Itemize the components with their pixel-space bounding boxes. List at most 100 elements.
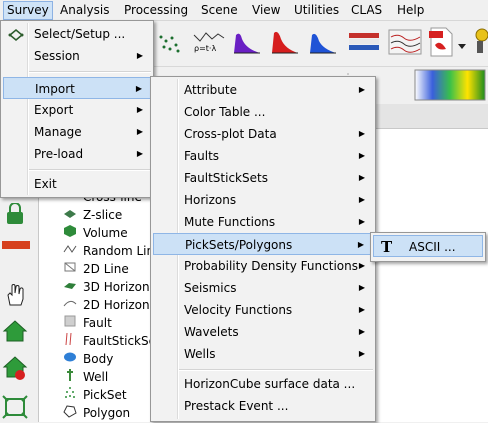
menu-item-label: ASCII ... <box>409 240 456 254</box>
import-seismics[interactable]: Seismics ▶ <box>153 277 373 299</box>
menu-survey[interactable]: Survey <box>3 1 53 20</box>
color-bar[interactable] <box>414 69 486 101</box>
survey-export[interactable]: Export ▶ <box>3 99 151 121</box>
submenu-arrow-icon: ▶ <box>358 85 365 94</box>
import-horizoncube-surface-data[interactable]: HorizonCube surface data ... <box>153 373 373 395</box>
import-probability-density-functions[interactable]: Probability Density Functions ▶ <box>153 255 373 277</box>
menu-item-label: PickSets/Polygons <box>185 238 293 252</box>
menu-item-label: Attribute <box>184 83 237 97</box>
red-spectrum-icon[interactable] <box>270 29 300 55</box>
menu-item-label: Manage <box>34 125 82 139</box>
import-prestack-event[interactable]: Prestack Event ... <box>153 395 373 417</box>
menu-item-label: Color Table ... <box>184 105 266 119</box>
survey-preload[interactable]: Pre-load ▶ <box>3 143 151 165</box>
tree-item-label: 2D Horizon <box>83 298 150 312</box>
purple-spectrum-icon[interactable] <box>232 29 262 55</box>
menu-item-label: Pre-load <box>34 147 84 161</box>
pdf-icon[interactable] <box>428 27 454 57</box>
home-icon[interactable] <box>2 319 28 343</box>
tools-icon[interactable] <box>472 27 488 57</box>
import-picksets-polygons[interactable]: PickSets/Polygons ▶ <box>153 233 373 255</box>
survey-exit[interactable]: Exit <box>3 173 151 195</box>
menu-clas[interactable]: CLAS <box>351 2 382 18</box>
survey-import[interactable]: Import ▶ <box>3 77 151 99</box>
dropdown-arrow-icon[interactable] <box>458 39 466 49</box>
submenu-arrow-icon: ▶ <box>358 327 365 336</box>
fault-icon <box>63 314 77 328</box>
3d-horizon-icon <box>63 278 77 292</box>
menu-item-label: FaultStickSets <box>184 171 268 185</box>
menu-item-label: Probability Density Functions <box>184 259 358 273</box>
menu-help[interactable]: Help <box>397 2 424 18</box>
crossplot-colors-icon[interactable] <box>348 29 380 55</box>
hand-icon[interactable] <box>4 283 26 307</box>
import-mute-functions[interactable]: Mute Functions ▶ <box>153 211 373 233</box>
expand-icon[interactable] <box>2 395 28 419</box>
menu-item-label: Session <box>34 49 80 63</box>
tree-item-label: 3D Horizon <box>83 280 150 294</box>
submenu-arrow-icon: ▶ <box>358 349 365 358</box>
submenu-arrow-icon: ▶ <box>358 283 365 292</box>
menu-item-label: Export <box>34 103 74 117</box>
tree-item-label: PickSet <box>83 388 127 402</box>
picksets-ascii[interactable]: T ASCII ... <box>373 235 483 257</box>
import-attribute[interactable]: Attribute ▶ <box>153 79 373 101</box>
import-velocity-functions[interactable]: Velocity Functions ▶ <box>153 299 373 321</box>
import-color-table[interactable]: Color Table ... <box>153 101 373 123</box>
blue-spectrum-icon[interactable] <box>308 29 338 55</box>
survey-session[interactable]: Session ▶ <box>3 45 151 67</box>
menu-item-label: Wavelets <box>184 325 239 339</box>
menu-item-label: Mute Functions <box>184 215 276 229</box>
submenu-arrow-icon: ▶ <box>136 51 143 60</box>
submenu-arrow-icon: ▶ <box>357 240 364 249</box>
svg-text:ρ=t·λ: ρ=t·λ <box>194 44 216 53</box>
polygon-icon <box>63 404 77 418</box>
formula-icon[interactable]: ρ=t·λ <box>192 29 226 55</box>
red-bar-icon[interactable] <box>2 239 30 251</box>
import-crossplot-data[interactable]: Cross-plot Data ▶ <box>153 123 373 145</box>
import-faults[interactable]: Faults ▶ <box>153 145 373 167</box>
menu-item-label: Velocity Functions <box>184 303 293 317</box>
survey-menu: Select/Setup ... Session ▶ Import ▶ Expo… <box>0 20 154 198</box>
toolbar: ρ=t·λ <box>150 21 488 65</box>
pickset-icon <box>63 386 77 400</box>
menu-analysis[interactable]: Analysis <box>60 2 109 18</box>
submenu-arrow-icon: ▶ <box>135 84 142 93</box>
submenu-arrow-icon: ▶ <box>358 151 365 160</box>
menu-separator <box>29 71 151 73</box>
scatter-plot-icon[interactable] <box>156 29 182 55</box>
menu-view[interactable]: View <box>252 2 280 18</box>
submenu-arrow-icon: ▶ <box>358 195 365 204</box>
submenu-arrow-icon: ▶ <box>358 129 365 138</box>
menu-item-label: Seismics <box>184 281 237 295</box>
menu-item-label: Horizons <box>184 193 237 207</box>
tree-item-label: Volume <box>83 226 128 240</box>
import-wavelets[interactable]: Wavelets ▶ <box>153 321 373 343</box>
lock-icon[interactable] <box>4 202 26 225</box>
import-wells[interactable]: Wells ▶ <box>153 343 373 365</box>
menu-separator <box>179 369 373 371</box>
menu-item-label: Exit <box>34 177 57 191</box>
menu-utilities[interactable]: Utilities <box>294 2 339 18</box>
survey-manage[interactable]: Manage ▶ <box>3 121 151 143</box>
tree-item-label: Polygon <box>83 406 131 420</box>
tree-item-label: 2D Line <box>83 262 129 276</box>
tree-item-label: Well <box>83 370 109 384</box>
2d-line-icon <box>63 260 77 274</box>
menu-processing[interactable]: Processing <box>124 2 188 18</box>
survey-select-setup[interactable]: Select/Setup ... <box>3 23 151 45</box>
menubar: Survey Analysis Processing Scene View Ut… <box>0 0 488 21</box>
submenu-arrow-icon: ▶ <box>136 127 143 136</box>
menu-scene[interactable]: Scene <box>201 2 238 18</box>
view-scene-icon[interactable] <box>2 355 28 381</box>
2d-horizon-icon <box>63 296 77 310</box>
import-horizons[interactable]: Horizons ▶ <box>153 189 373 211</box>
import-faultsticksets[interactable]: FaultStickSets ▶ <box>153 167 373 189</box>
menu-item-label: Wells <box>184 347 216 361</box>
seismic-log-icon[interactable] <box>388 29 422 55</box>
tree-item-label: Z-slice <box>83 208 123 222</box>
menu-item-label: Cross-plot Data <box>184 127 277 141</box>
submenu-arrow-icon: ▶ <box>358 261 365 270</box>
menu-item-label: HorizonCube surface data ... <box>184 377 356 391</box>
menu-item-label: Prestack Event ... <box>184 399 289 413</box>
